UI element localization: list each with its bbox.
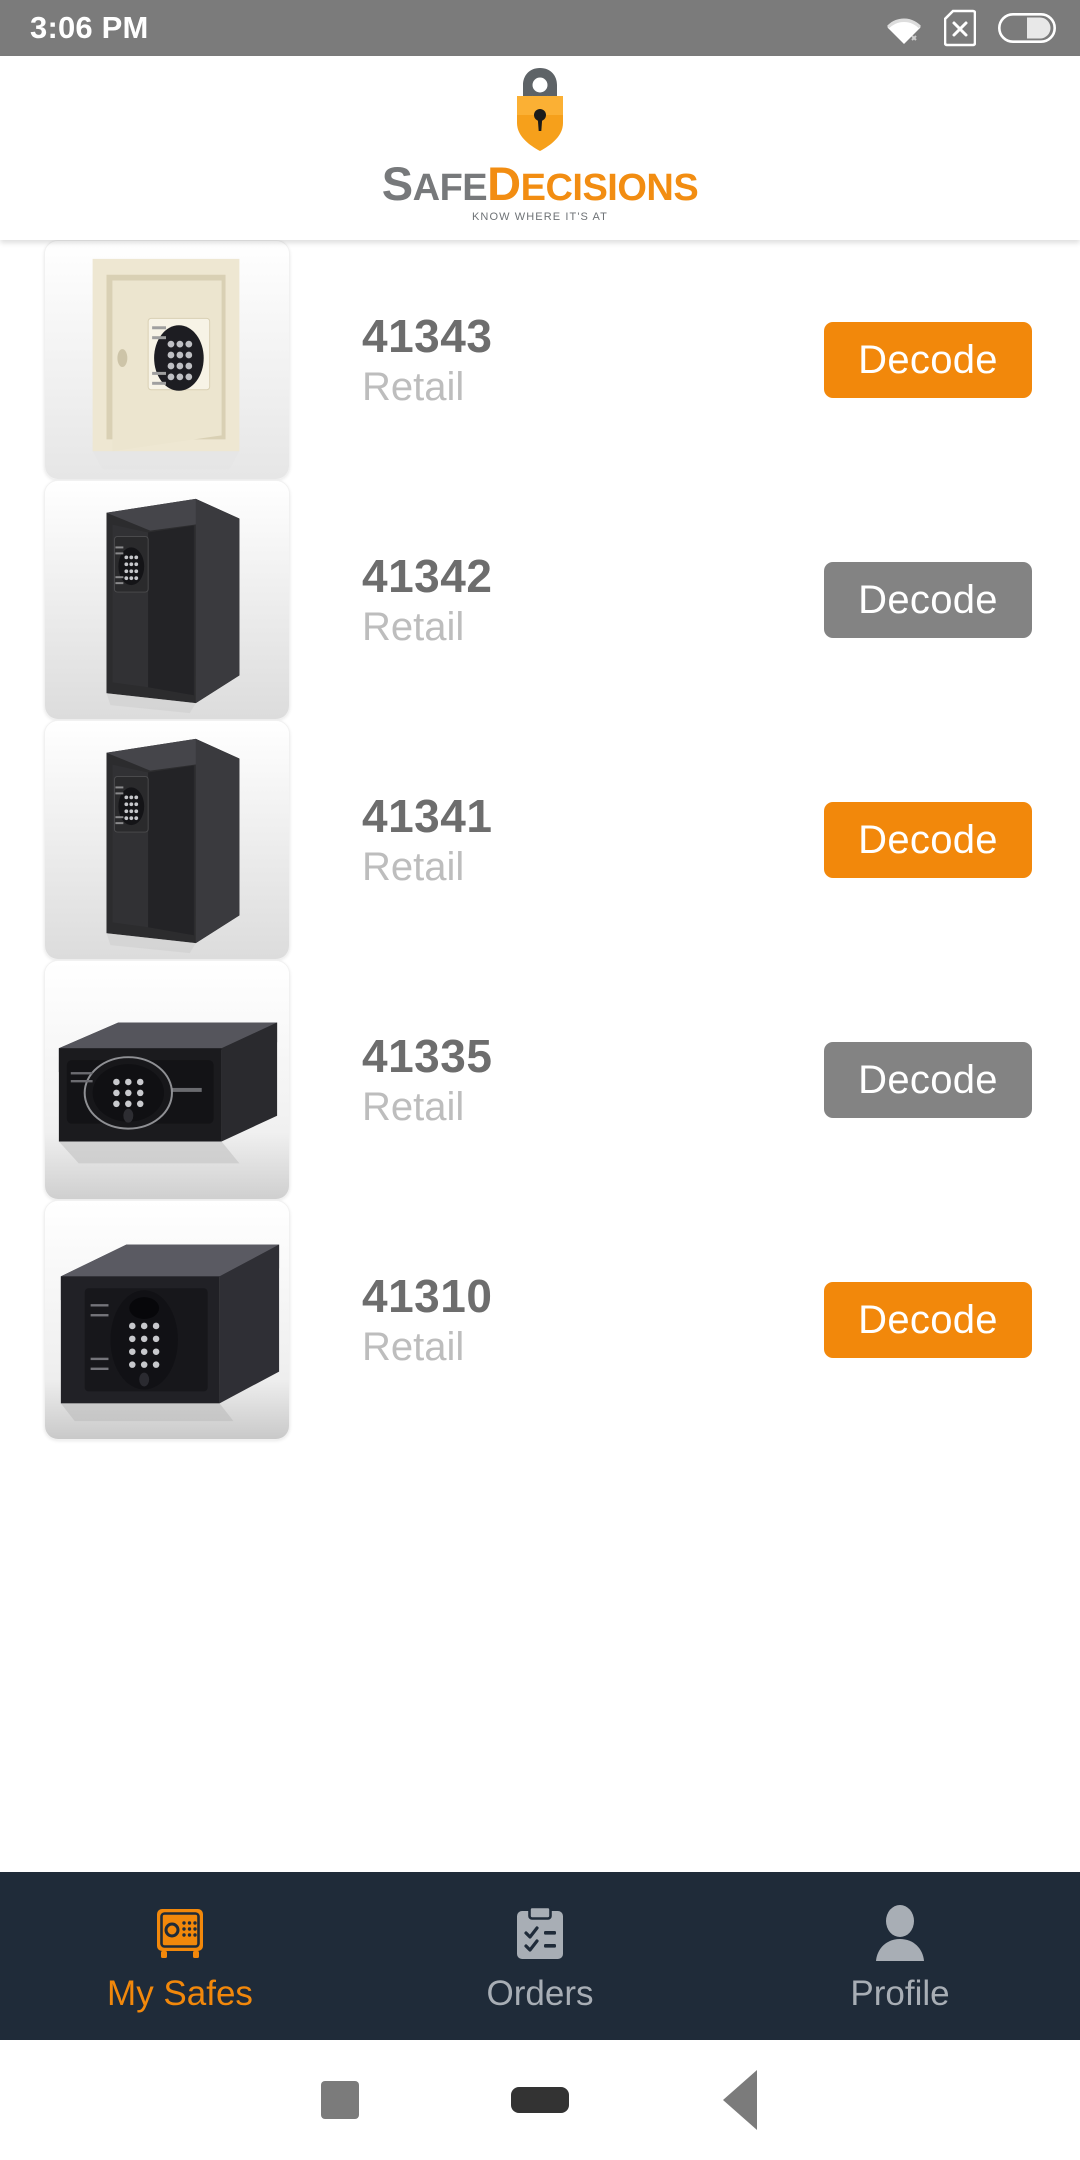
decode-button[interactable]: Decode bbox=[824, 802, 1032, 878]
status-bar: 3:06 PM bbox=[0, 0, 1080, 56]
list-item[interactable]: 41310 Retail Decode bbox=[0, 1200, 1080, 1440]
safe-thumbnail[interactable] bbox=[44, 480, 290, 720]
safe-thumbnail[interactable] bbox=[44, 240, 290, 480]
logo-word-safe: SAFE bbox=[381, 157, 488, 210]
safe-thumbnail[interactable] bbox=[44, 720, 290, 960]
person-icon bbox=[872, 1902, 928, 1964]
decode-button[interactable]: Decode bbox=[824, 1042, 1032, 1118]
app-root: 3:06 PM SAFE DECISIONS KNOW WHERE IT'S A… bbox=[0, 0, 1080, 2160]
safe-id: 41343 bbox=[362, 309, 493, 362]
recents-square-icon[interactable] bbox=[240, 2081, 440, 2119]
back-triangle-icon[interactable] bbox=[640, 2070, 840, 2130]
safe-category: Retail bbox=[362, 1085, 465, 1130]
logo-word-decisions: DECISIONS bbox=[487, 157, 699, 210]
safe-list[interactable]: 41343 Retail Decode 41342 Retail Decode … bbox=[0, 240, 1080, 1872]
nav-label-profile: Profile bbox=[850, 1973, 950, 2013]
clipboard-checklist-icon bbox=[513, 1902, 567, 1964]
safe-thumbnail[interactable] bbox=[44, 1200, 290, 1440]
bottom-navigation: My Safes Orders Profile bbox=[0, 1872, 1080, 2040]
safe-info: 41342 Retail bbox=[290, 549, 824, 650]
app-header: SAFE DECISIONS KNOW WHERE IT'S AT bbox=[0, 56, 1080, 240]
safe-category: Retail bbox=[362, 365, 465, 410]
decode-button[interactable]: Decode bbox=[824, 322, 1032, 398]
decode-button[interactable]: Decode bbox=[824, 562, 1032, 638]
list-item[interactable]: 41342 Retail Decode bbox=[0, 480, 1080, 720]
status-bar-clock: 3:06 PM bbox=[30, 10, 149, 45]
safe-info: 41310 Retail bbox=[290, 1269, 824, 1370]
nav-label-orders: Orders bbox=[486, 1973, 594, 2013]
battery-icon bbox=[998, 13, 1056, 43]
safe-id: 41335 bbox=[362, 1029, 493, 1082]
logo-tagline: KNOW WHERE IT'S AT bbox=[472, 211, 608, 223]
safe-info: 41341 Retail bbox=[290, 789, 824, 890]
safe-id: 41310 bbox=[362, 1269, 493, 1322]
nav-item-orders[interactable]: Orders bbox=[360, 1872, 720, 2040]
logo-wordmark: SAFE DECISIONS bbox=[381, 157, 699, 210]
home-pill-icon[interactable] bbox=[440, 2087, 640, 2113]
nav-item-profile[interactable]: Profile bbox=[720, 1872, 1080, 2040]
safe-category: Retail bbox=[362, 1325, 465, 1370]
app-logo: SAFE DECISIONS KNOW WHERE IT'S AT bbox=[381, 65, 699, 223]
safe-icon bbox=[151, 1902, 209, 1964]
safe-id: 41341 bbox=[362, 789, 493, 842]
android-system-nav bbox=[0, 2040, 1080, 2160]
decode-button[interactable]: Decode bbox=[824, 1282, 1032, 1358]
safe-category: Retail bbox=[362, 605, 465, 650]
safe-id: 41342 bbox=[362, 549, 493, 602]
status-bar-icons bbox=[886, 9, 1056, 47]
padlock-icon bbox=[503, 65, 577, 158]
safe-info: 41335 Retail bbox=[290, 1029, 824, 1130]
nav-item-my-safes[interactable]: My Safes bbox=[0, 1872, 360, 2040]
sim-card-x-icon bbox=[944, 9, 976, 47]
wifi-icon bbox=[886, 11, 922, 45]
list-item[interactable]: 41343 Retail Decode bbox=[0, 240, 1080, 480]
list-item[interactable]: 41341 Retail Decode bbox=[0, 720, 1080, 960]
safe-thumbnail[interactable] bbox=[44, 960, 290, 1200]
list-item[interactable]: 41335 Retail Decode bbox=[0, 960, 1080, 1200]
safe-category: Retail bbox=[362, 845, 465, 890]
safe-info: 41343 Retail bbox=[290, 309, 824, 410]
nav-label-my-safes: My Safes bbox=[107, 1973, 253, 2013]
